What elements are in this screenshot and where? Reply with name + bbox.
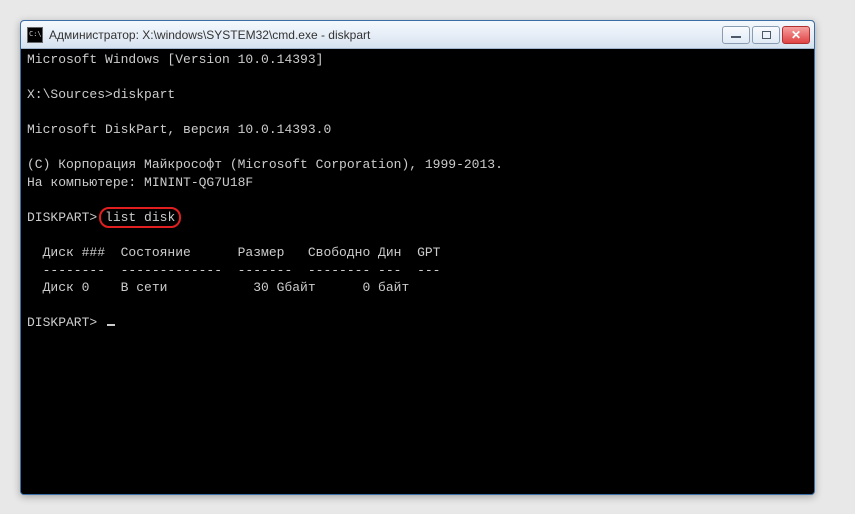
prompt-path: X:\Sources> xyxy=(27,87,113,102)
prompt-cmd: diskpart xyxy=(113,87,175,102)
table-separator: -------- ------------- ------- -------- … xyxy=(27,263,440,278)
table-header: Диск ### Состояние Размер Свободно Дин G… xyxy=(27,245,440,260)
cmd-icon xyxy=(27,27,43,43)
text-cursor xyxy=(107,324,115,326)
terminal-area[interactable]: Microsoft Windows [Version 10.0.14393] X… xyxy=(21,49,814,494)
window-controls: ✕ xyxy=(722,26,810,44)
close-icon: ✕ xyxy=(791,29,801,41)
titlebar[interactable]: Администратор: X:\windows\SYSTEM32\cmd.e… xyxy=(21,21,814,49)
highlighted-command: list disk xyxy=(105,209,175,227)
cmd-window: Администратор: X:\windows\SYSTEM32\cmd.e… xyxy=(20,20,815,495)
table-row: Диск 0 В сети 30 Gбайт 0 байт xyxy=(27,280,409,295)
diskpart-prompt-2: DISKPART> xyxy=(27,315,97,330)
minimize-button[interactable] xyxy=(722,26,750,44)
maximize-button[interactable] xyxy=(752,26,780,44)
diskpart-version: Microsoft DiskPart, версия 10.0.14393.0 xyxy=(27,122,331,137)
version-line: Microsoft Windows [Version 10.0.14393] xyxy=(27,52,323,67)
close-button[interactable]: ✕ xyxy=(782,26,810,44)
diskpart-prompt: DISKPART> xyxy=(27,210,97,225)
window-title: Администратор: X:\windows\SYSTEM32\cmd.e… xyxy=(49,28,722,42)
computer-line: На компьютере: MININT-QG7U18F xyxy=(27,175,253,190)
copyright-line: (C) Корпорация Майкрософт (Microsoft Cor… xyxy=(27,157,503,172)
